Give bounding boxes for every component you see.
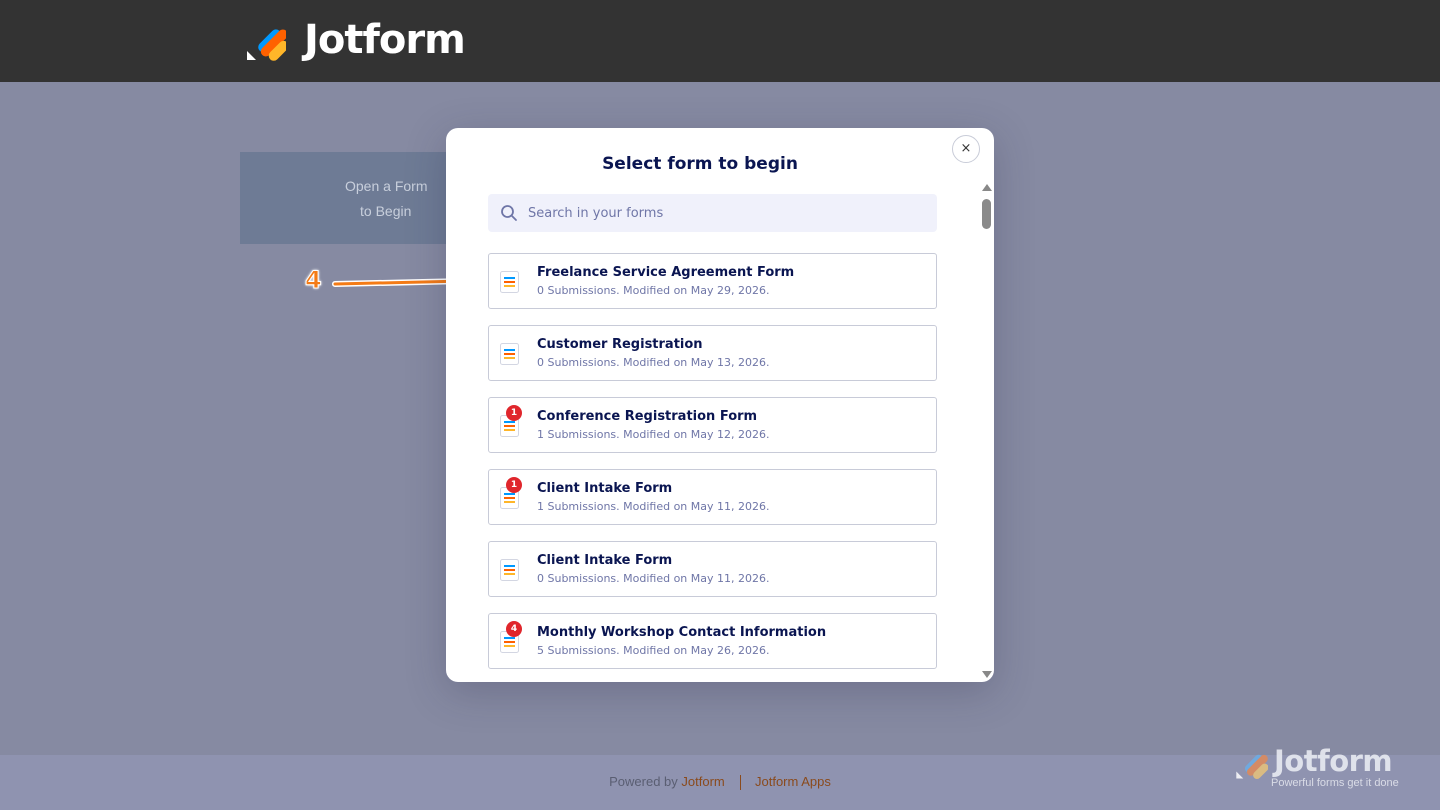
scroll-down-icon[interactable]: [982, 671, 992, 678]
submission-badge: 1: [506, 477, 522, 493]
powered-by-text: Powered by: [609, 774, 678, 789]
close-icon: ×: [960, 141, 972, 156]
submission-badge: 1: [506, 405, 522, 421]
form-meta: 0 Submissions. Modified on May 11, 2026.: [537, 572, 770, 585]
form-icon: [500, 559, 519, 581]
form-icon: [500, 271, 519, 293]
submission-badge: 4: [506, 621, 522, 637]
select-form-modal: × Select form to begin Freelance Service…: [446, 128, 994, 682]
form-meta: 0 Submissions. Modified on May 29, 2026.: [537, 284, 770, 297]
top-header: Jotform: [0, 0, 1440, 82]
footer-brand-name: Jotform: [1274, 744, 1393, 778]
form-meta: 0 Submissions. Modified on May 13, 2026.: [537, 356, 770, 369]
form-title: Customer Registration: [537, 337, 703, 352]
powered-by-jotform-link[interactable]: Jotform: [681, 774, 724, 789]
jotform-logo-icon: [1236, 754, 1268, 780]
jotform-apps-link[interactable]: Jotform Apps: [755, 774, 831, 789]
form-list-item[interactable]: 1 Conference Registration Form 1 Submiss…: [488, 397, 937, 453]
form-title: Freelance Service Agreement Form: [537, 265, 795, 280]
page-footer: Powered by Jotform Jotform Apps: [0, 755, 1440, 810]
brand-logo[interactable]: Jotform: [246, 17, 466, 63]
form-title: Conference Registration Form: [537, 409, 758, 424]
form-title: Monthly Workshop Contact Information: [537, 625, 827, 640]
form-title: Client Intake Form: [537, 481, 673, 496]
modal-title: Select form to begin: [602, 154, 798, 174]
footer-tagline: Powerful forms get it done: [1271, 777, 1399, 789]
form-meta: 5 Submissions. Modified on May 26, 2026.: [537, 644, 770, 657]
form-title: Client Intake Form: [537, 553, 673, 568]
close-button[interactable]: ×: [952, 135, 980, 163]
form-icon: [500, 343, 519, 365]
scroll-up-icon[interactable]: [982, 184, 992, 191]
form-list-item[interactable]: Customer Registration 0 Submissions. Mod…: [488, 325, 937, 381]
form-list-item[interactable]: Client Intake Form 0 Submissions. Modifi…: [488, 541, 937, 597]
form-meta: 1 Submissions. Modified on May 11, 2026.: [537, 500, 770, 513]
footer-divider: [740, 775, 742, 791]
brand-name: Jotform: [304, 17, 466, 63]
search-icon: [501, 205, 517, 221]
form-list-item[interactable]: 1 Client Intake Form 1 Submissions. Modi…: [488, 469, 937, 525]
footer-brand-logo[interactable]: Jotform Powerful forms get it done: [1234, 744, 1414, 794]
form-list: Freelance Service Agreement Form 0 Submi…: [488, 253, 937, 682]
modal-scrollbar[interactable]: [980, 184, 994, 682]
form-list-item[interactable]: Freelance Service Agreement Form 0 Submi…: [488, 253, 937, 309]
scroll-thumb[interactable]: [982, 199, 991, 229]
search-input[interactable]: [528, 194, 928, 232]
footer-links: Powered by Jotform Jotform Apps: [0, 774, 1440, 791]
search-box[interactable]: [488, 194, 937, 232]
form-meta: 1 Submissions. Modified on May 12, 2026.: [537, 428, 770, 441]
jotform-logo-icon: [247, 29, 286, 61]
form-list-item[interactable]: 4 Monthly Workshop Contact Information 5…: [488, 613, 937, 669]
